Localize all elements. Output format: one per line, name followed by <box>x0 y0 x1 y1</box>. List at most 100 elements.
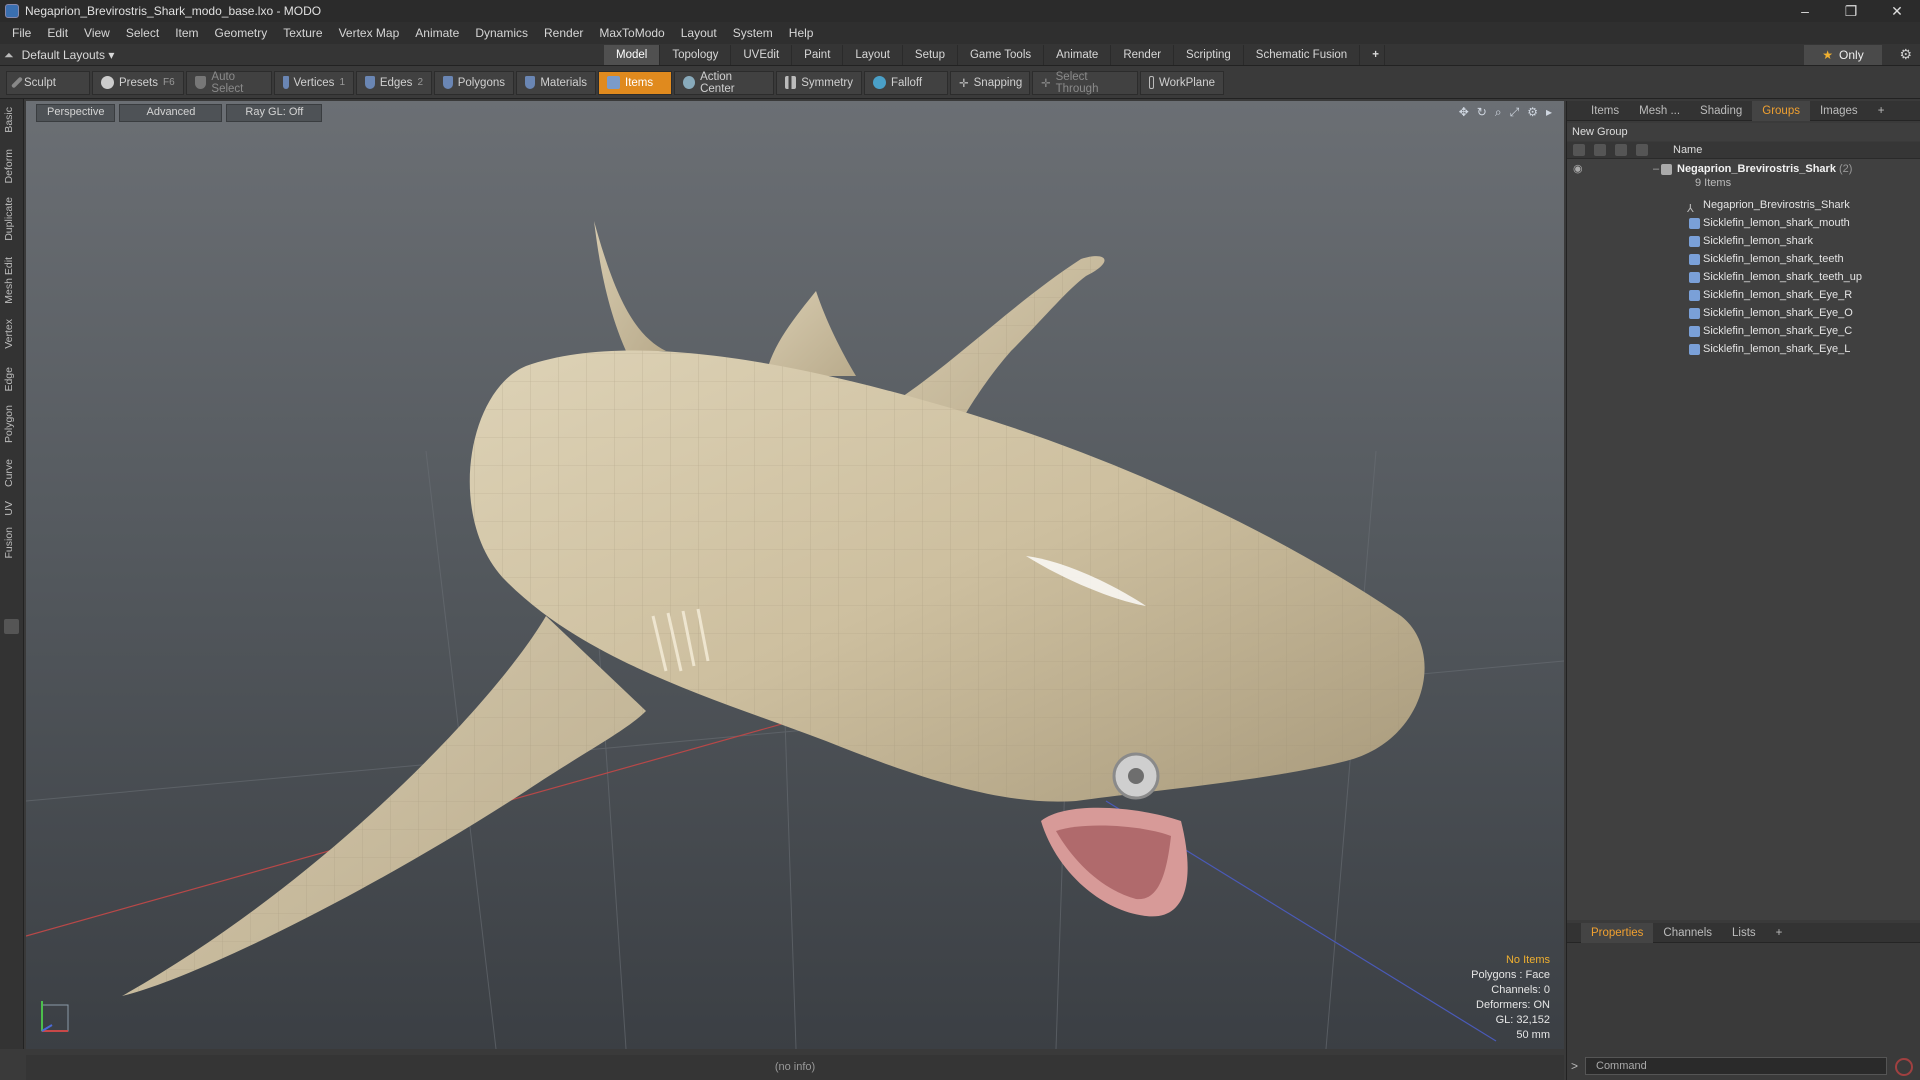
close-button[interactable]: ✕ <box>1874 0 1920 22</box>
list-item[interactable]: Sicklefin_lemon_shark_Eye_L <box>1567 340 1920 358</box>
tab-uvedit[interactable]: UVEdit <box>731 45 793 65</box>
new-group-button[interactable]: New Group <box>1567 123 1920 141</box>
panel-tab-items[interactable]: Items <box>1581 101 1629 121</box>
menu-view[interactable]: View <box>76 26 118 40</box>
list-item[interactable]: Sicklefin_lemon_shark_Eye_C <box>1567 322 1920 340</box>
panel-tab-shading[interactable]: Shading <box>1690 101 1752 121</box>
workplane-button[interactable]: WorkPlane <box>1140 70 1224 95</box>
menu-select[interactable]: Select <box>118 26 167 40</box>
left-panel-toggle[interactable] <box>4 619 19 634</box>
list-item[interactable]: Sicklefin_lemon_shark_Eye_R <box>1567 286 1920 304</box>
lock-col-icon[interactable] <box>1615 144 1627 156</box>
dorsal-fin-tall <box>594 221 666 351</box>
left-tab-uv[interactable]: UV <box>3 501 15 516</box>
command-history-icon[interactable] <box>1895 1058 1913 1076</box>
raygl-toggle[interactable]: Ray GL: Off <box>226 104 323 122</box>
viewport-settings-icon[interactable]: ⚙ <box>1527 105 1538 120</box>
list-item[interactable]: Sicklefin_lemon_shark_Eye_O <box>1567 304 1920 322</box>
menu-maxtomodo[interactable]: MaxToModo <box>591 26 672 40</box>
pan-icon[interactable]: ✥ <box>1459 105 1469 120</box>
rotate-icon[interactable]: ↻ <box>1477 105 1487 120</box>
main-toolbar: Sculpt Presets F6 Auto Select Vertices 1 E… <box>0 67 1920 99</box>
3d-viewport[interactable]: Perspective Advanced Ray GL: Off ✥ ↻ ⌕ ⤢… <box>26 101 1564 1049</box>
tab-render[interactable]: Render <box>1111 45 1175 65</box>
visibility-col-icon[interactable] <box>1573 144 1585 156</box>
layout-up-icon[interactable]: ⏶ <box>4 48 14 63</box>
menu-layout[interactable]: Layout <box>673 26 725 40</box>
expand-arrow-icon[interactable]: ▸ <box>1546 105 1552 120</box>
select-through-button[interactable]: ✛ Select Through <box>1032 70 1138 95</box>
shading-dropdown[interactable]: Advanced <box>119 104 223 122</box>
panel-tab-properties[interactable]: Properties <box>1581 922 1654 943</box>
menu-dynamics[interactable]: Dynamics <box>467 26 536 40</box>
panel-add-tab-button[interactable]: + <box>1868 101 1895 121</box>
menu-animate[interactable]: Animate <box>407 26 467 40</box>
menu-file[interactable]: File <box>4 26 39 40</box>
panel-tab-groups[interactable]: Groups <box>1752 100 1810 121</box>
render-col-icon[interactable] <box>1594 144 1606 156</box>
left-tab-fusion[interactable]: Fusion <box>3 527 15 559</box>
gear-icon[interactable]: ⚙ <box>1899 46 1912 63</box>
left-tab-edge[interactable]: Edge <box>3 367 15 392</box>
tab-layout[interactable]: Layout <box>843 45 903 65</box>
menu-render[interactable]: Render <box>536 26 591 40</box>
panel-tab-lists[interactable]: Lists <box>1722 923 1766 943</box>
left-tab-mesh-edit[interactable]: Mesh Edit <box>3 257 15 304</box>
materials-button[interactable]: Materials <box>516 70 596 95</box>
tab-game-tools[interactable]: Game Tools <box>958 45 1045 65</box>
left-tab-polygon[interactable]: Polygon <box>3 405 15 443</box>
tab-paint[interactable]: Paint <box>792 45 844 65</box>
falloff-button[interactable]: Falloff <box>864 70 948 95</box>
command-input[interactable]: Command <box>1585 1057 1887 1075</box>
left-tab-duplicate[interactable]: Duplicate <box>3 197 15 241</box>
polygons-button[interactable]: Polygons <box>434 70 514 95</box>
only-label: Only <box>1839 48 1864 62</box>
zoom-icon[interactable]: ⌕ <box>1495 105 1502 120</box>
left-tab-deform[interactable]: Deform <box>3 149 15 183</box>
panel-tab-channels[interactable]: Channels <box>1653 923 1722 943</box>
edges-button[interactable]: Edges 2 <box>356 70 432 95</box>
list-item[interactable]: Sicklefin_lemon_shark <box>1567 232 1920 250</box>
left-tab-curve[interactable]: Curve <box>3 459 15 487</box>
perspective-dropdown[interactable]: Perspective <box>36 104 116 122</box>
tab-setup[interactable]: Setup <box>903 45 958 65</box>
panel-bottom-add-tab-button[interactable]: + <box>1766 923 1793 943</box>
action-center-button[interactable]: Action Center <box>674 70 774 95</box>
tab-scripting[interactable]: Scripting <box>1174 45 1244 65</box>
vertices-button[interactable]: Vertices 1 <box>274 70 354 95</box>
panel-tab-mesh[interactable]: Mesh ... <box>1629 101 1690 121</box>
add-tab-button[interactable]: + <box>1360 45 1386 65</box>
right-panel: Items Mesh ... Shading Groups Images + N… <box>1566 100 1920 1080</box>
list-item[interactable]: Sicklefin_lemon_shark_mouth <box>1567 214 1920 232</box>
menu-help[interactable]: Help <box>781 26 822 40</box>
default-layouts-dropdown[interactable]: Default Layouts ▾ <box>22 48 115 62</box>
restore-button[interactable]: ❐ <box>1828 0 1874 22</box>
menu-item[interactable]: Item <box>167 26 206 40</box>
menu-vertex-map[interactable]: Vertex Map <box>331 26 408 40</box>
snapping-button[interactable]: ✛ Snapping <box>950 70 1030 95</box>
minimize-button[interactable]: – <box>1782 0 1828 22</box>
items-button[interactable]: Items <box>598 70 672 95</box>
tab-model[interactable]: Model <box>604 45 661 65</box>
menu-system[interactable]: System <box>725 26 781 40</box>
only-toggle[interactable]: ★ Only <box>1804 45 1882 65</box>
tab-topology[interactable]: Topology <box>660 45 732 65</box>
menu-texture[interactable]: Texture <box>275 26 330 40</box>
list-item[interactable]: ⅄ Negaprion_Brevirostris_Shark <box>1567 196 1920 215</box>
maximize-icon[interactable]: ⤢ <box>1510 105 1520 120</box>
sculpt-button[interactable]: Sculpt <box>6 70 90 95</box>
auto-select-button[interactable]: Auto Select <box>186 70 272 95</box>
list-item[interactable]: Sicklefin_lemon_shark_teeth_up <box>1567 268 1920 286</box>
presets-button[interactable]: Presets F6 <box>92 70 184 95</box>
tab-schematic-fusion[interactable]: Schematic Fusion <box>1244 45 1361 65</box>
select-col-icon[interactable] <box>1636 144 1648 156</box>
tab-animate[interactable]: Animate <box>1044 45 1112 65</box>
symmetry-button[interactable]: Symmetry <box>776 70 862 95</box>
layout-tabs: Model Topology UVEdit Paint Layout Setup… <box>604 45 1386 65</box>
menu-geometry[interactable]: Geometry <box>207 26 276 40</box>
panel-tab-images[interactable]: Images <box>1810 101 1868 121</box>
left-tab-vertex[interactable]: Vertex <box>3 319 15 349</box>
list-item[interactable]: Sicklefin_lemon_shark_teeth <box>1567 250 1920 268</box>
menu-edit[interactable]: Edit <box>39 26 76 40</box>
left-tab-basic[interactable]: Basic <box>3 107 15 133</box>
